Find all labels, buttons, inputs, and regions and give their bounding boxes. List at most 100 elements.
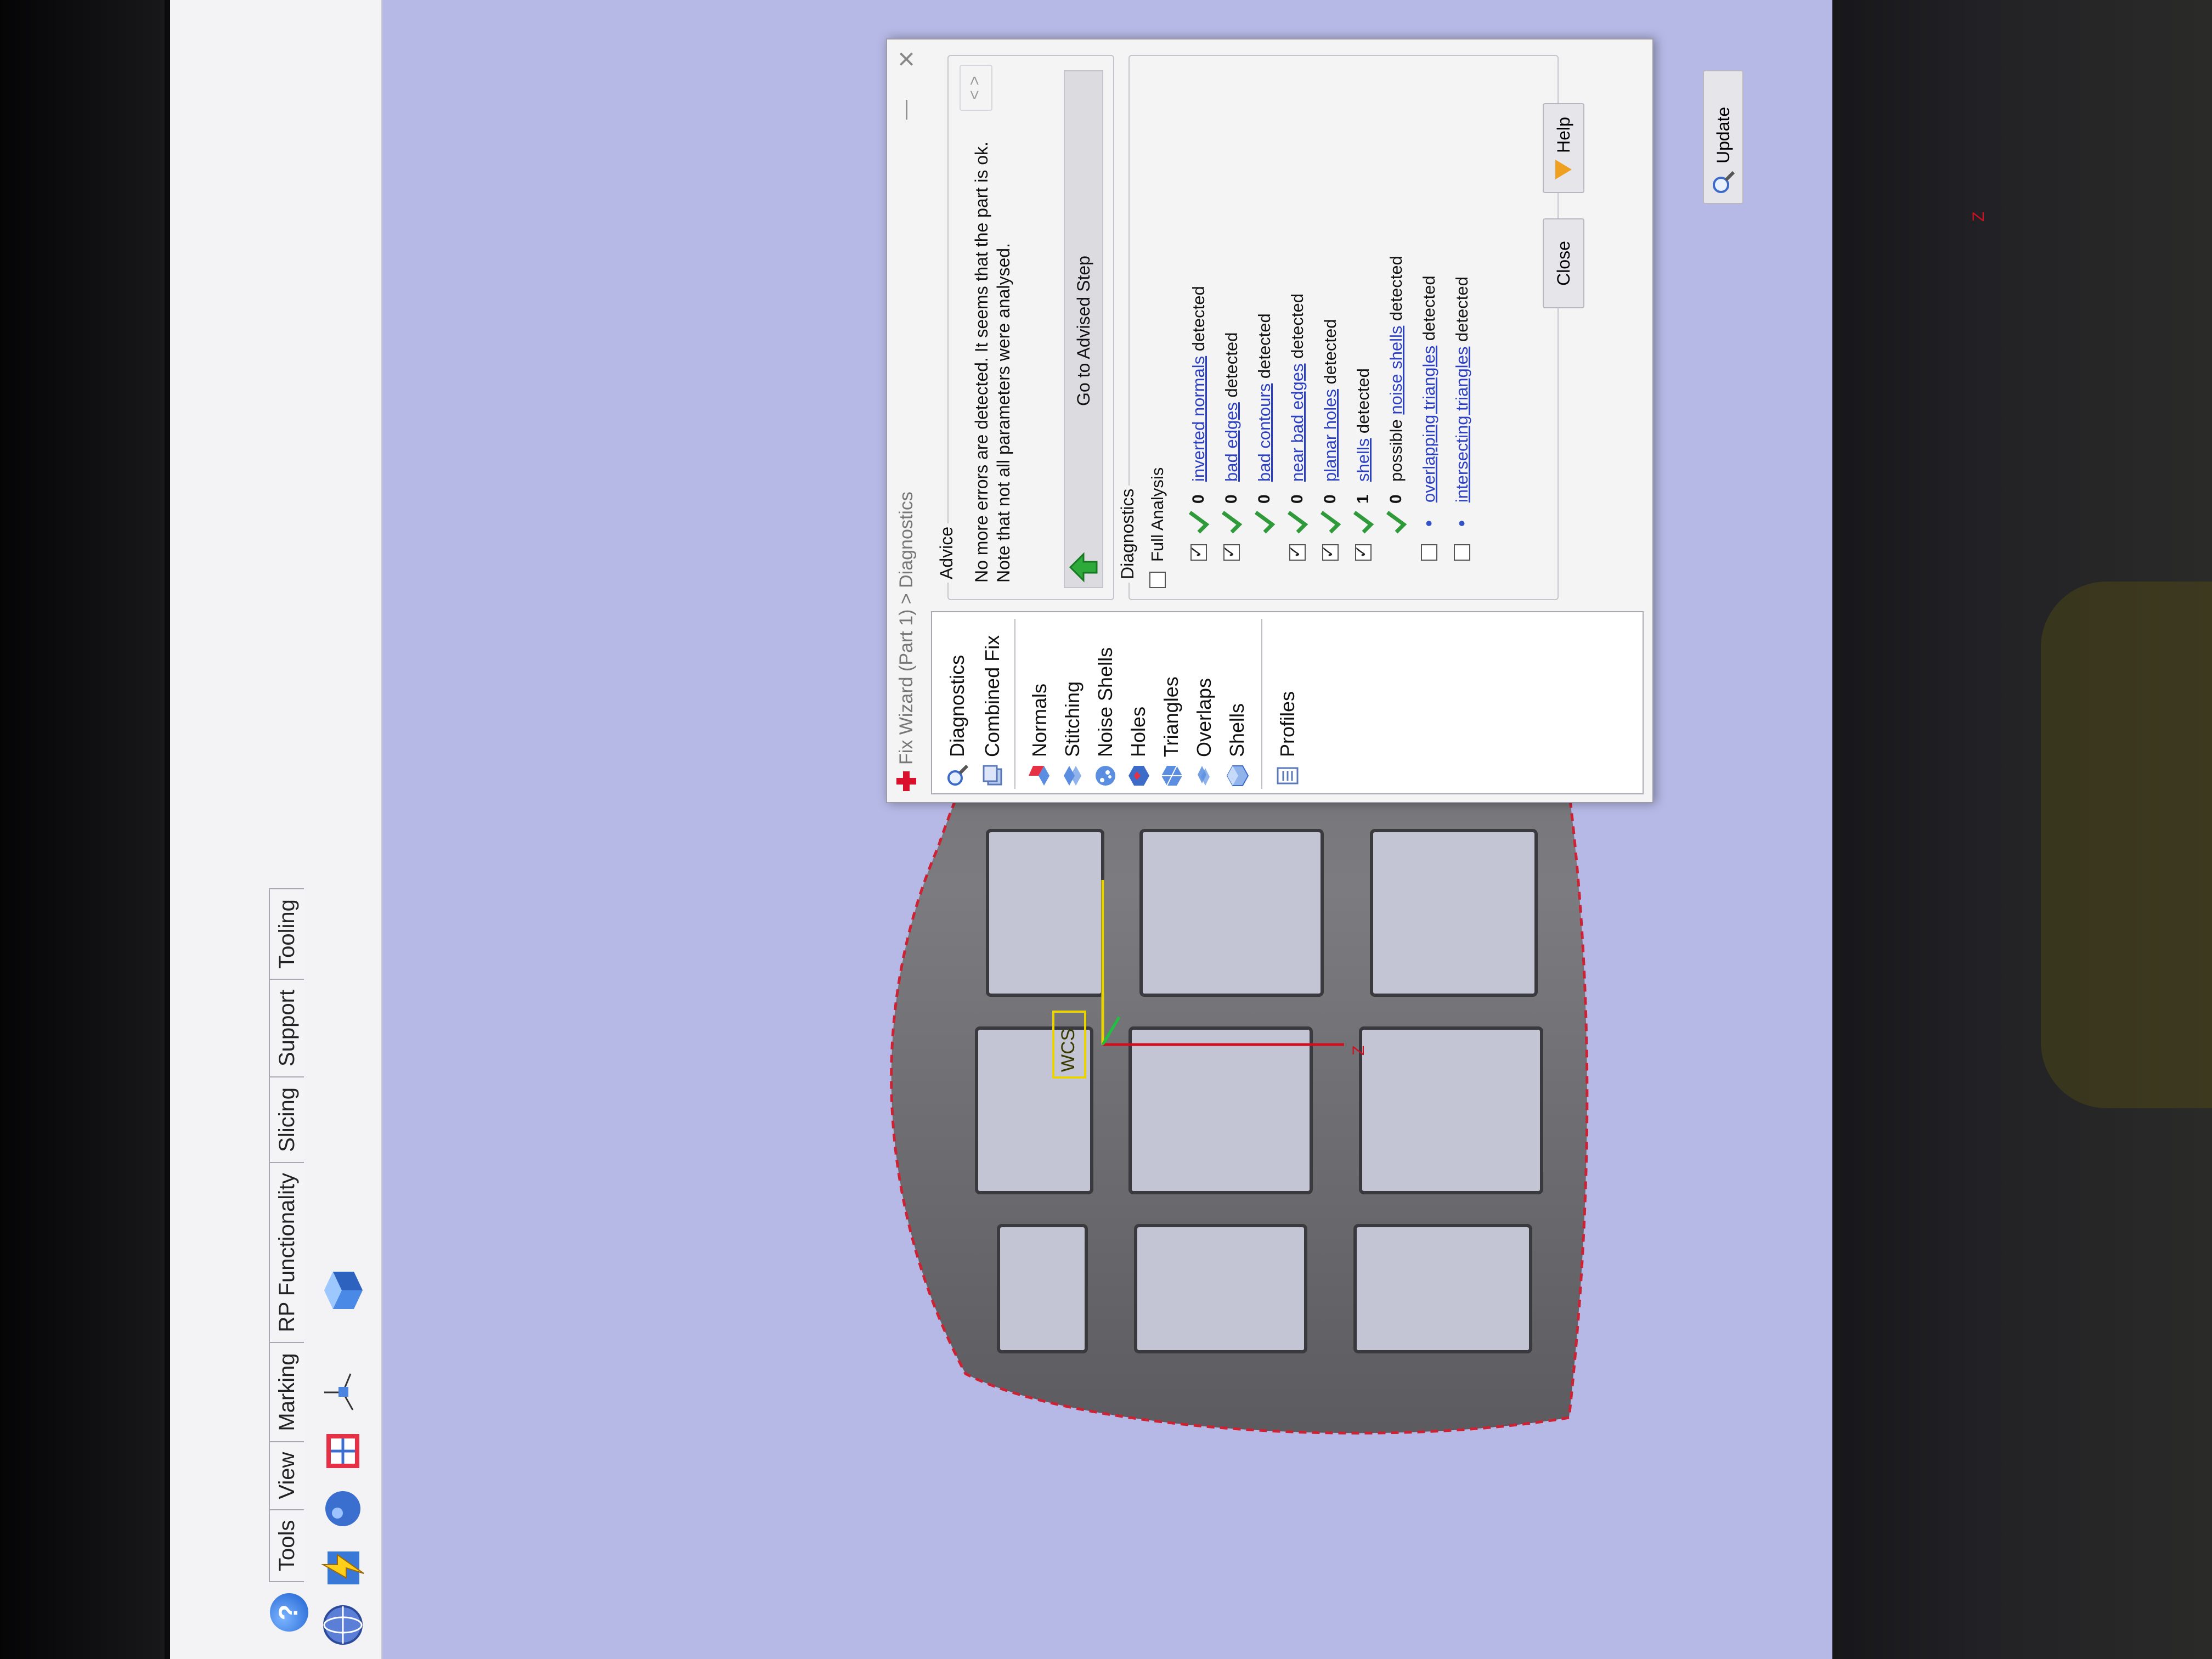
- checkbox[interactable]: [1149, 572, 1166, 588]
- lattice-window: [1139, 829, 1324, 997]
- diagnostic-suffix: detected: [1419, 275, 1438, 346]
- nav-item-overlaps[interactable]: Overlaps: [1189, 678, 1220, 788]
- diagnostic-link[interactable]: noise shells: [1386, 326, 1406, 415]
- lattice-window: [997, 1224, 1088, 1353]
- diagnostic-row: • intersecting triangles detected: [1448, 276, 1476, 561]
- green-arrow-icon: [1069, 552, 1098, 583]
- check-icon: [1353, 511, 1374, 534]
- diagnostic-link[interactable]: inverted normals: [1189, 356, 1209, 482]
- checkbox[interactable]: [1322, 544, 1339, 561]
- tab-tooling[interactable]: Tooling: [269, 888, 304, 980]
- magnifier-icon: [947, 764, 969, 786]
- nav-item-label: Combined Fix: [981, 635, 1003, 757]
- 3d-viewport[interactable]: WCS Z Z Fix Wizard (Part 1) > Diagnostic…: [384, 0, 1988, 1659]
- nav-item-normals[interactable]: Normals: [1024, 684, 1055, 788]
- diagnostic-prefix: possible: [1386, 414, 1406, 482]
- help-button[interactable]: Help: [1543, 103, 1584, 193]
- shells-icon: [1226, 765, 1249, 786]
- diagnostic-row: 0 bad contours detected: [1250, 313, 1279, 561]
- update-label: Update: [1713, 106, 1733, 163]
- full-analysis-checkbox[interactable]: Full Analysis: [1143, 467, 1172, 588]
- tab-marking[interactable]: Marking: [269, 1342, 304, 1442]
- diagnostics-group: Diagnostics Full Analysis 0 inverted norm…: [1118, 55, 1743, 600]
- diagnostic-count: 0: [1387, 494, 1405, 504]
- lattice-window: [1359, 1026, 1543, 1194]
- lattice-window: [1370, 829, 1538, 997]
- diagnostic-suffix: detected: [1452, 276, 1471, 347]
- nav-separator: [1261, 619, 1262, 789]
- axes-icon[interactable]: [320, 1369, 366, 1415]
- lattice-window: [1134, 1224, 1307, 1353]
- diagnostic-row: 0 planar holes detected: [1316, 319, 1345, 561]
- diagnostic-row: 0 possible noise shells detected: [1382, 256, 1410, 561]
- triad-label-z: Z: [1970, 211, 1988, 222]
- diagnostic-link[interactable]: planar holes: [1321, 389, 1340, 482]
- lattice-window: [1353, 1224, 1532, 1353]
- tab-rp-functionality[interactable]: RP Functionality: [269, 1161, 304, 1344]
- diagnostic-link[interactable]: near bad edges: [1288, 364, 1307, 482]
- holes-icon: [1128, 766, 1149, 786]
- diagnostic-count: 0: [1288, 494, 1306, 504]
- triangles-icon: [1161, 765, 1182, 786]
- wizard-nav: Diagnostics Combined Fix Normals Stitchi…: [931, 611, 1644, 794]
- checkbox[interactable]: [1355, 544, 1372, 561]
- grid-box-icon[interactable]: [320, 1427, 366, 1474]
- lightning-icon[interactable]: [320, 1544, 366, 1590]
- box-icon[interactable]: [320, 1267, 366, 1313]
- lattice-window: [986, 829, 1104, 997]
- checkbox[interactable]: [1289, 544, 1306, 561]
- nav-item-label: Triangles: [1160, 676, 1182, 757]
- lattice-window: [1128, 1026, 1313, 1194]
- wizard-main-panel: Advice No more errors are detected. It s…: [931, 52, 1743, 600]
- checkbox[interactable]: [1421, 544, 1437, 561]
- diagnostic-link[interactable]: shells: [1353, 438, 1373, 482]
- wcs-label: WCS: [1058, 1028, 1079, 1072]
- dialog-title: Fix Wizard (Part 1) > Diagnostics: [895, 492, 917, 765]
- stitching-icon: [1064, 766, 1081, 786]
- advice-group: Advice No more errors are detected. It s…: [936, 55, 1114, 600]
- diagnostic-count: 1: [1354, 494, 1372, 504]
- nav-item-combined-fix[interactable]: Combined Fix: [977, 635, 1008, 788]
- nav-item-holes[interactable]: Holes: [1123, 707, 1154, 788]
- background-object: [2041, 582, 2212, 1108]
- diagnostic-link[interactable]: intersecting triangles: [1452, 347, 1472, 503]
- help-icon[interactable]: ?: [270, 1593, 308, 1632]
- full-analysis-label: Full Analysis: [1148, 467, 1167, 562]
- checkbox[interactable]: [1454, 544, 1470, 561]
- advice-group-label: Advice: [936, 523, 957, 583]
- globe-icon[interactable]: [320, 1602, 366, 1648]
- advice-pager[interactable]: < >: [960, 65, 992, 111]
- diagnostic-row: • overlapping triangles detected: [1415, 275, 1443, 561]
- tab-tools[interactable]: Tools: [269, 1509, 304, 1582]
- nav-item-label: Diagnostics: [946, 654, 968, 757]
- minimize-icon[interactable]: —: [894, 100, 917, 120]
- nav-item-shells[interactable]: Shells: [1222, 703, 1252, 788]
- nav-item-triangles[interactable]: Triangles: [1156, 676, 1187, 788]
- nav-item-diagnostics[interactable]: Diagnostics: [942, 655, 973, 788]
- dialog-titlebar[interactable]: Fix Wizard (Part 1) > Diagnostics — ×: [887, 40, 926, 802]
- diagnostic-count: •: [1418, 520, 1440, 527]
- go-to-advised-step-button[interactable]: Go to Advised Step: [1064, 70, 1103, 588]
- close-button[interactable]: Close: [1543, 218, 1584, 308]
- fix-wizard-icon: [896, 771, 916, 791]
- diagnostic-row: 0 bad edges detected: [1217, 332, 1246, 561]
- nav-item-profiles[interactable]: Profiles: [1272, 691, 1303, 788]
- update-button[interactable]: Update: [1703, 70, 1743, 204]
- diagnostic-link[interactable]: bad contours: [1255, 383, 1274, 482]
- diagnostic-row: 0 near bad edges detected: [1283, 294, 1312, 561]
- axis-label-z: Z: [1350, 1045, 1368, 1056]
- tab-support[interactable]: Support: [269, 978, 304, 1077]
- close-icon[interactable]: ×: [889, 50, 923, 68]
- nav-item-noise-shells[interactable]: Noise Shells: [1090, 647, 1121, 788]
- sphere-icon[interactable]: [320, 1486, 366, 1532]
- check-icon: [1386, 511, 1407, 534]
- diagnostic-link[interactable]: bad edges: [1222, 402, 1242, 482]
- toolbar: [310, 1209, 376, 1659]
- diagnostic-link[interactable]: overlapping triangles: [1419, 346, 1439, 503]
- nav-item-stitching[interactable]: Stitching: [1057, 681, 1088, 788]
- checkbox[interactable]: [1223, 544, 1240, 561]
- tab-slicing[interactable]: Slicing: [269, 1076, 304, 1163]
- tab-view[interactable]: View: [269, 1441, 304, 1510]
- check-icon: [1254, 511, 1276, 534]
- checkbox[interactable]: [1190, 544, 1207, 561]
